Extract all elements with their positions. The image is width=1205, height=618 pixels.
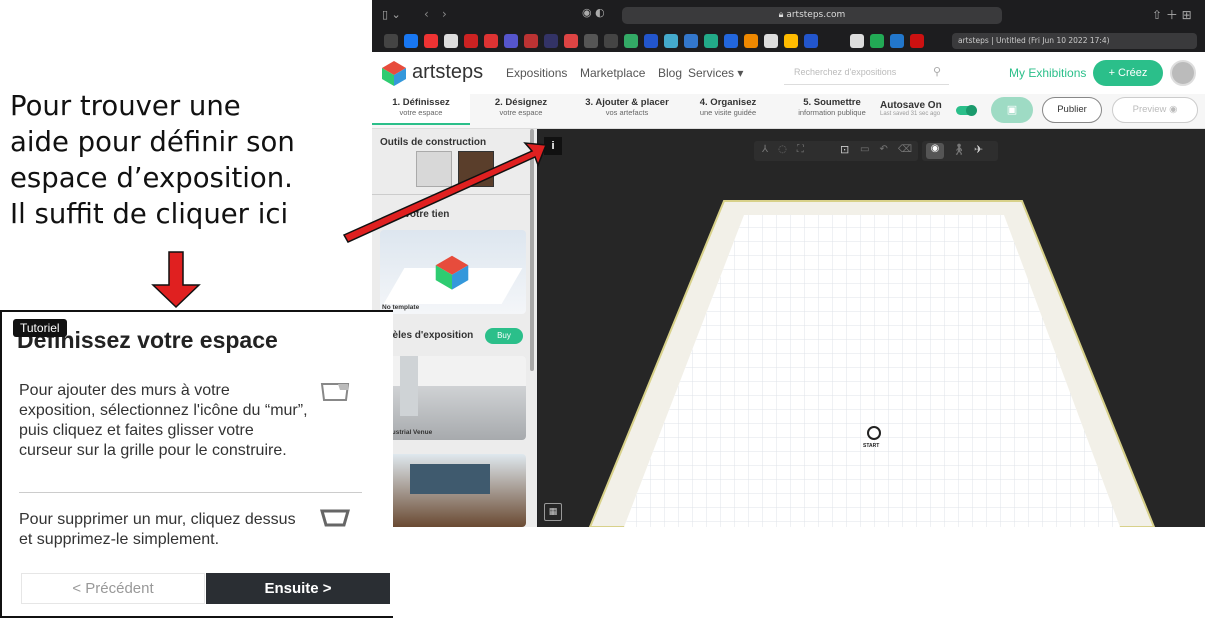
annotation-arrows	[151, 142, 548, 309]
arrow-down-icon	[151, 251, 201, 309]
arrow-diagonal-icon	[342, 142, 548, 243]
